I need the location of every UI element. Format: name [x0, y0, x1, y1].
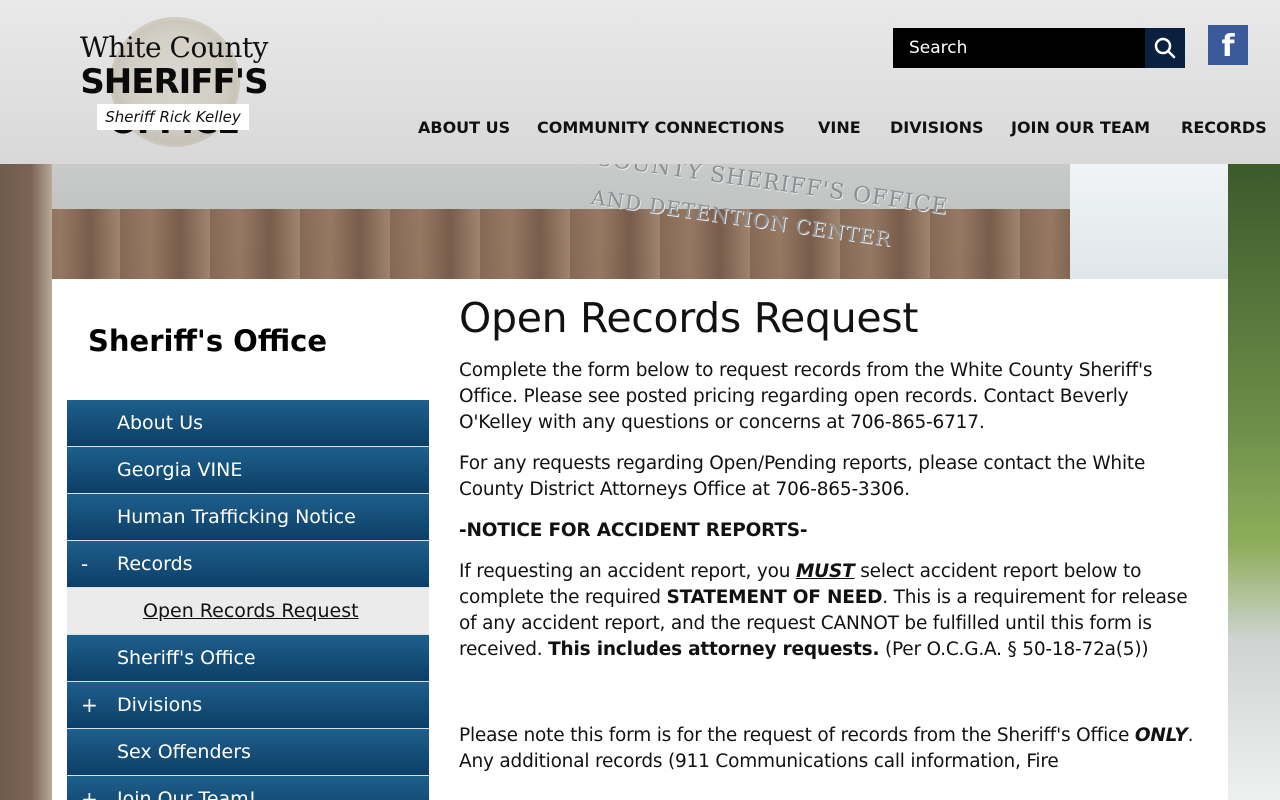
sidebar-item-label: Divisions — [117, 694, 203, 716]
sidebar-nav: About Us Georgia VINE Human Trafficking … — [67, 400, 429, 800]
search-input[interactable] — [893, 28, 1145, 68]
collapse-icon[interactable]: - — [81, 541, 88, 587]
logo-county-name[interactable]: White County — [20, 31, 328, 64]
only-emphasis: ONLY — [1134, 725, 1188, 746]
text-segment: (Per O.C.G.A. § 50-18-72a(5)) — [879, 639, 1149, 660]
text-segment: Please note this form is for the request… — [459, 725, 1135, 746]
pending-reports-paragraph: For any requests regarding Open/Pending … — [459, 453, 1146, 500]
text-segment: If requesting an accident report, you — [459, 561, 796, 582]
sidebar-item-label: Human Trafficking Notice — [117, 506, 356, 528]
sidebar-item-label: Join Our Team! — [117, 788, 257, 800]
sidebar-item-join-our-team[interactable]: + Join Our Team! — [67, 776, 429, 800]
sidebar-item-label: Georgia VINE — [117, 459, 243, 481]
sidebar-item-about-us[interactable]: About Us — [67, 400, 429, 447]
sheriff-only-paragraph: Please note this form is for the request… — [459, 723, 1204, 775]
nav-vine[interactable]: VINE — [818, 118, 861, 137]
page-title: Open Records Request — [459, 294, 919, 342]
sidebar-item-records[interactable]: - Records — [67, 541, 429, 588]
nav-join-our-team[interactable]: JOIN OUR TEAM — [1011, 118, 1150, 137]
sidebar-item-human-trafficking[interactable]: Human Trafficking Notice — [67, 494, 429, 541]
sidebar-subitem-open-records-request[interactable]: Open Records Request — [67, 588, 429, 635]
main-content: Open Records Request Complete the form b… — [459, 294, 1204, 790]
stone-wall — [30, 209, 1070, 279]
nav-community-connections[interactable]: COMMUNITY CONNECTIONS — [537, 118, 785, 137]
must-emphasis: MUST — [795, 561, 855, 582]
sidebar-item-sheriffs-office[interactable]: Sheriff's Office — [67, 635, 429, 682]
accident-notice-heading: -NOTICE FOR ACCIDENT REPORTS- — [459, 520, 808, 541]
trees — [1228, 164, 1280, 800]
sidebar-item-label: About Us — [117, 412, 204, 434]
accident-report-paragraph: If requesting an accident report, you MU… — [459, 559, 1204, 663]
sidebar-item-sex-offenders[interactable]: Sex Offenders — [67, 729, 429, 776]
sidebar-subitem-label: Open Records Request — [143, 600, 359, 622]
search-button[interactable] — [1145, 28, 1185, 68]
expand-icon[interactable]: + — [81, 776, 98, 800]
sidebar-item-label: Records — [117, 553, 193, 575]
nav-divisions[interactable]: DIVISIONS — [890, 118, 984, 137]
intro-paragraph: Complete the form below to request recor… — [459, 360, 1153, 433]
nav-about-us[interactable]: ABOUT US — [418, 118, 510, 137]
statement-of-need: STATEMENT OF NEED — [666, 587, 883, 608]
site-header: White County SHERIFF'S OFFICE Sheriff Ri… — [0, 0, 1280, 164]
sidebar-item-label: Sheriff's Office — [117, 647, 256, 669]
attorney-requests-note: This includes attorney requests. — [548, 639, 880, 660]
sidebar-item-divisions[interactable]: + Divisions — [67, 682, 429, 729]
sidebar-title: Sheriff's Office — [88, 324, 328, 358]
sidebar-item-georgia-vine[interactable]: Georgia VINE — [67, 447, 429, 494]
left-wall — [0, 164, 52, 800]
sidebar-item-label: Sex Offenders — [117, 741, 251, 763]
facebook-icon[interactable]: f — [1208, 25, 1248, 65]
nav-records[interactable]: RECORDS — [1181, 118, 1267, 137]
search-icon — [1154, 37, 1176, 59]
main-nav: ABOUT US COMMUNITY CONNECTIONS VINE DIVI… — [0, 118, 1280, 142]
expand-icon[interactable]: + — [81, 682, 98, 728]
